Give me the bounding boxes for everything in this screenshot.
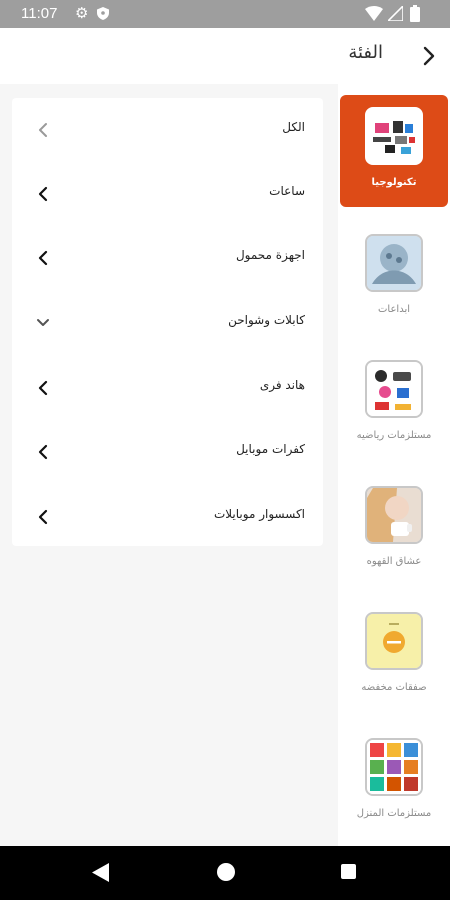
- subcategory-label: ساعات: [269, 184, 305, 198]
- main-content: تكنولوجيا ابداعات مستلزمات رياضيه عشاق ا…: [0, 84, 450, 846]
- category-label: عشاق القهوه: [366, 556, 422, 567]
- chevron-left-icon: [39, 123, 47, 137]
- chevron-left-icon: [38, 380, 48, 396]
- subcategory-row-cables-chargers[interactable]: كابلات وشواحن: [12, 291, 323, 355]
- category-thumbnail: [365, 738, 423, 796]
- chevron-left-icon: [38, 250, 48, 266]
- nav-back-icon[interactable]: [92, 863, 110, 882]
- subcategory-label: اكسسوار موبايلات: [213, 507, 305, 521]
- discount-deals-image: [367, 614, 421, 668]
- gadgets-image: [367, 109, 421, 163]
- subcategory-row-mobiles[interactable]: اجهزة محمول: [12, 226, 323, 290]
- coffee-lovers-image: [367, 488, 421, 542]
- shield-icon: [97, 7, 109, 20]
- subcategory-label: كابلات وشواحن: [228, 313, 305, 327]
- battery-icon: [410, 5, 420, 22]
- subcategory-label: هاند فرى: [259, 378, 305, 392]
- status-time: 11:07: [21, 5, 58, 22]
- category-item-deals[interactable]: صفقات مخفضه: [340, 600, 448, 712]
- category-item-coffee[interactable]: عشاق القهوه: [340, 474, 448, 586]
- category-label: مستلزمات المنزل: [356, 808, 432, 819]
- category-item-sports[interactable]: مستلزمات رياضيه: [340, 348, 448, 460]
- subcategory-row-handsfree[interactable]: هاند فرى: [12, 356, 323, 420]
- category-item-technology[interactable]: تكنولوجيا: [340, 95, 448, 207]
- chevron-down-icon: [37, 319, 49, 326]
- category-label: صفقات مخفضه: [361, 682, 427, 693]
- category-item-home[interactable]: مستلزمات المنزل: [340, 726, 448, 838]
- subcategory-row-all[interactable]: الكل: [12, 98, 323, 162]
- subcategory-row-covers[interactable]: كفرات موبايل: [12, 420, 323, 484]
- status-bar: 11:07 ⚙: [0, 0, 450, 28]
- sports-image: [367, 362, 421, 416]
- category-item-creations[interactable]: ابداعات: [340, 222, 448, 334]
- nav-recent-apps-icon[interactable]: [341, 864, 356, 879]
- wifi-icon: [365, 6, 383, 21]
- category-thumbnail: [365, 612, 423, 670]
- subcategory-label: اجهزة محمول: [235, 248, 305, 262]
- signal-icon: [388, 6, 403, 21]
- subcategory-label: كفرات موبايل: [236, 442, 305, 456]
- page-title: الفئة: [348, 42, 383, 63]
- back-chevron-icon[interactable]: [422, 45, 436, 67]
- category-thumbnail: [365, 360, 423, 418]
- category-thumbnail: [365, 486, 423, 544]
- category-rail: تكنولوجيا ابداعات مستلزمات رياضيه عشاق ا…: [338, 84, 450, 846]
- subcategory-row-accessories[interactable]: اكسسوار موبايلات: [12, 485, 323, 549]
- subcategory-row-watches[interactable]: ساعات: [12, 162, 323, 226]
- chevron-left-icon: [38, 444, 48, 460]
- category-label: مستلزمات رياضيه: [356, 430, 432, 441]
- category-thumbnail: [365, 234, 423, 292]
- app-header: الفئة: [0, 28, 450, 84]
- home-supplies-image: [367, 740, 421, 794]
- creations-image: [367, 236, 421, 290]
- chevron-left-icon: [38, 186, 48, 202]
- chevron-left-icon: [38, 509, 48, 525]
- category-label: تكنولوجيا: [371, 177, 417, 188]
- settings-gear-icon: ⚙: [75, 4, 89, 22]
- nav-home-icon[interactable]: [217, 863, 235, 881]
- system-nav-bar: [0, 846, 450, 900]
- category-label: ابداعات: [377, 304, 411, 315]
- subcategory-panel: الكل ساعات اجهزة محمول كابلات وشواحن هان…: [12, 98, 323, 546]
- subcategory-label: الكل: [282, 120, 305, 134]
- category-thumbnail: [365, 107, 423, 165]
